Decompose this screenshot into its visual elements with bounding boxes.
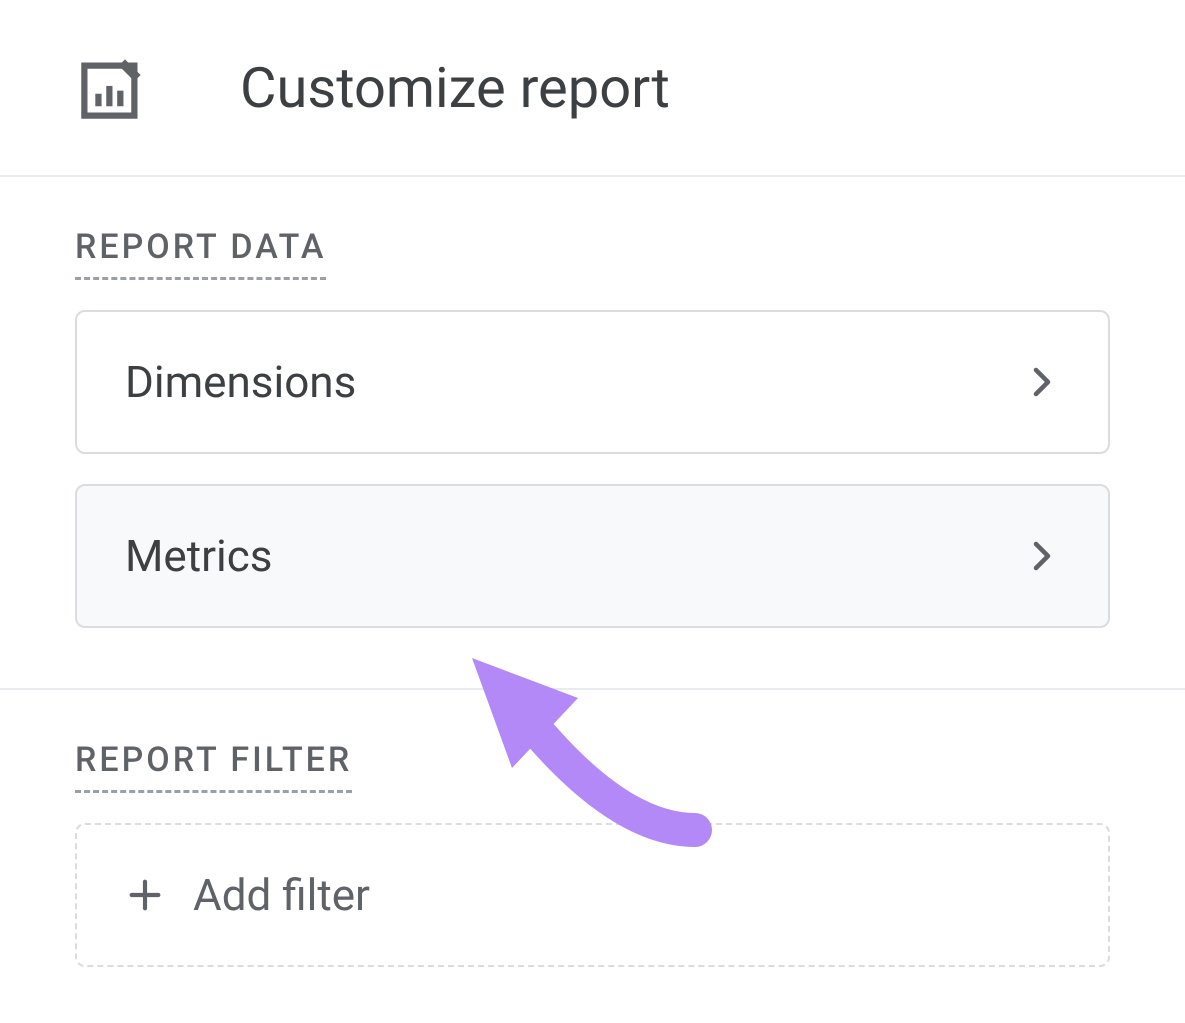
add-filter-label: Add filter (193, 869, 370, 921)
customize-report-icon (75, 50, 150, 125)
report-data-label: REPORT DATA (75, 227, 326, 280)
report-data-section: REPORT DATA Dimensions Metrics (0, 177, 1185, 688)
add-filter-button[interactable]: Add filter (75, 823, 1110, 967)
dimensions-button[interactable]: Dimensions (75, 310, 1110, 454)
panel-title: Customize report (240, 55, 670, 121)
chevron-right-icon (1024, 364, 1060, 400)
panel-header: Customize report (0, 0, 1185, 175)
report-filter-section: REPORT FILTER Add filter (0, 690, 1185, 997)
plus-icon (125, 875, 165, 915)
dimensions-label: Dimensions (125, 356, 356, 408)
metrics-button[interactable]: Metrics (75, 484, 1110, 628)
report-filter-label: REPORT FILTER (75, 740, 352, 793)
chevron-right-icon (1024, 538, 1060, 574)
metrics-label: Metrics (125, 530, 273, 582)
